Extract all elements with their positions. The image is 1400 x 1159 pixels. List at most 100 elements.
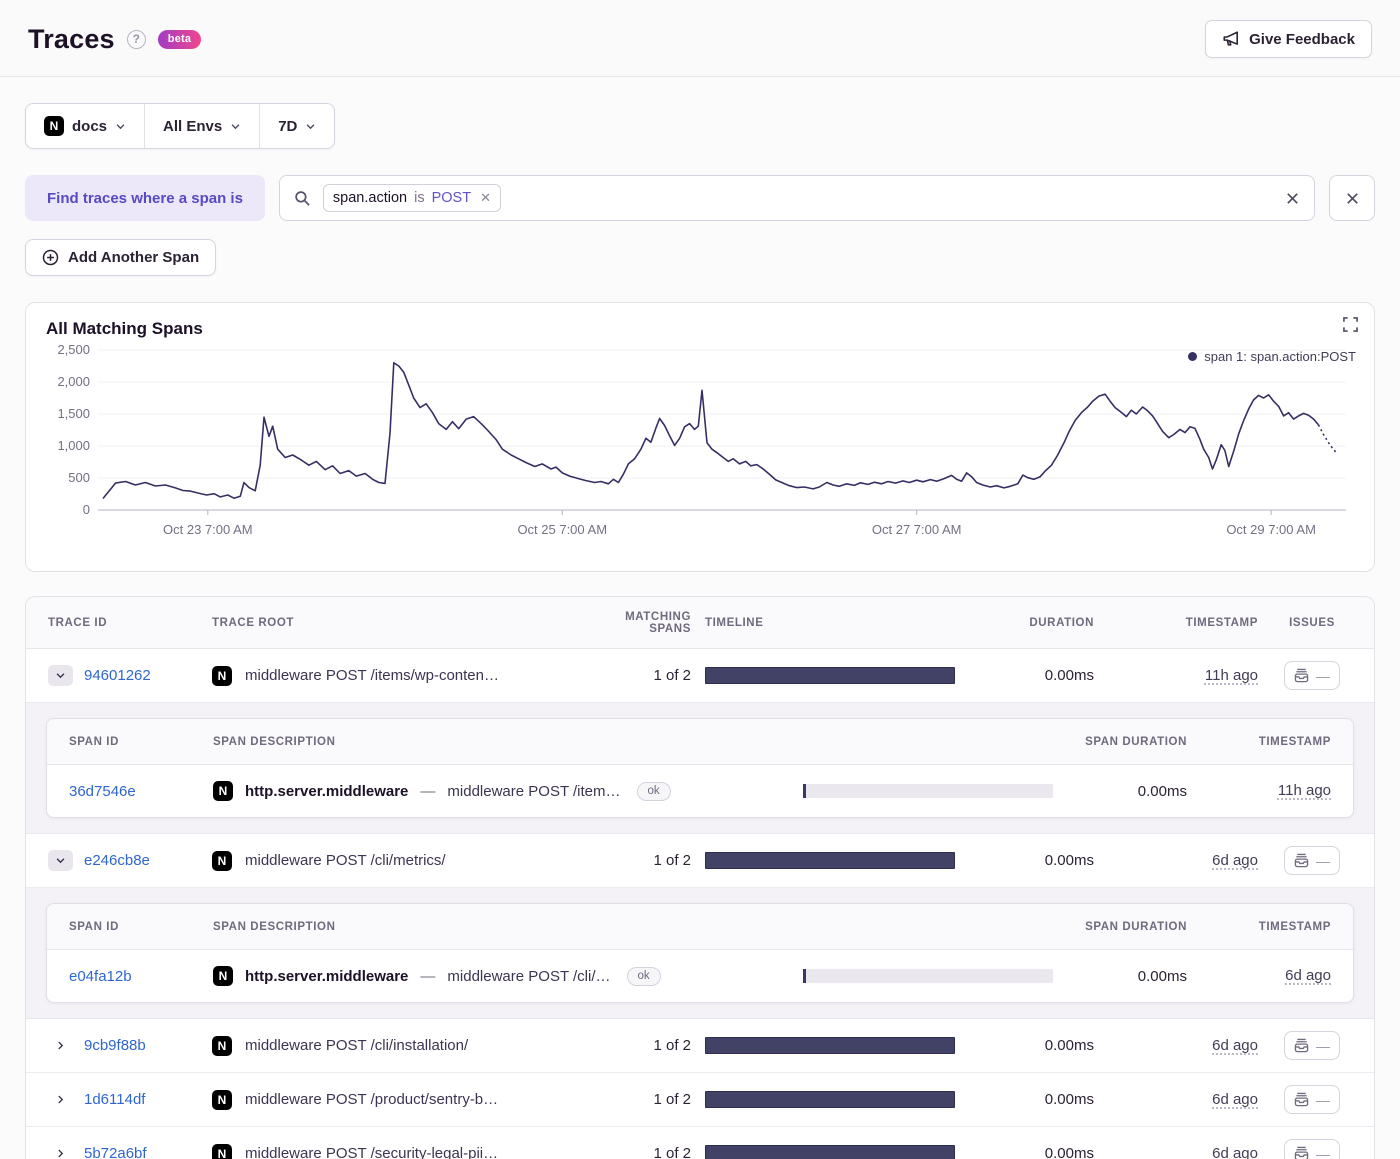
collapse-trace-button[interactable] [48,665,73,686]
issues-icon [1294,853,1309,868]
traces-table: Trace ID Trace Root Matching Spans Timel… [25,596,1375,1159]
trace-id-link[interactable]: 5b72a6bf [84,1145,147,1159]
issues-count-dash: — [1316,1145,1330,1159]
expand-trace-button[interactable] [48,1040,73,1051]
span-status-badge: ok [626,966,661,986]
find-traces-label: Find traces where a span is [25,175,265,221]
duration-value: 0.00ms [1044,667,1094,684]
span-table-header: Span ID Span Description Span Duration T… [47,904,1353,950]
issues-icon [1294,668,1309,683]
trace-root-text: middleware POST /items/wp-conten… [245,667,499,684]
span-row[interactable]: 36d7546e N http.server.middleware — midd… [47,765,1353,817]
matching-spans-count: 1 of 2 [653,1145,691,1159]
span-sub-table: Span ID Span Description Span Duration T… [46,903,1354,1003]
timestamp-link[interactable]: 6d ago [1212,1037,1258,1054]
svg-text:Oct 25 7:00 AM: Oct 25 7:00 AM [517,522,607,537]
table-row[interactable]: 9cb9f88b N middleware POST /cli/installa… [26,1019,1374,1073]
nextjs-icon: N [212,850,232,871]
search-icon [295,190,310,206]
help-icon[interactable]: ? [126,29,146,49]
span-row[interactable]: e04fa12b N http.server.middleware — midd… [47,950,1353,1002]
chevron-down-icon [231,123,240,129]
duration-value: 0.00ms [1044,852,1094,869]
give-feedback-button[interactable]: Give Feedback [1205,20,1372,58]
trace-id-link[interactable]: 94601262 [84,667,151,684]
chevron-down-icon [56,673,65,679]
traces-table-header: Trace ID Trace Root Matching Spans Timel… [26,597,1374,649]
issues-icon [1294,1038,1309,1053]
timestamp-link[interactable]: 11h ago [1205,667,1258,684]
nextjs-icon: N [212,665,232,686]
page-filter-bar: N docs All Envs 7D [25,103,336,149]
timeline-bar [705,852,955,869]
clear-search-icon[interactable] [1285,191,1300,206]
nextjs-icon: N [212,1143,232,1159]
megaphone-icon [1223,31,1239,46]
timestamp-link[interactable]: 6d ago [1212,1091,1258,1108]
issues-button[interactable]: — [1284,661,1340,690]
trace-root-text: middleware POST /cli/installation/ [245,1037,469,1054]
span-timeline-bar [803,969,1053,983]
span-op: http.server.middleware [245,967,409,985]
trace-root-text: middleware POST /product/sentry-b… [245,1091,499,1108]
expand-chart-button[interactable] [1343,317,1358,335]
svg-text:2,000: 2,000 [57,374,90,389]
spans-chart-svg: 0 500 1,000 1,500 2,000 2,500 Oct 23 7:00 AM Oc… [57,342,1346,537]
span-id-link[interactable]: 36d7546e [69,783,199,800]
svg-text:2,500: 2,500 [57,343,90,357]
matching-spans-count: 1 of 2 [653,1091,691,1108]
search-filter-token[interactable]: span.action is POST ✕ [322,184,501,212]
close-icon [1346,192,1358,204]
issues-count-dash: — [1316,852,1330,869]
chevron-down-icon [306,123,315,129]
expanded-span-zone: Span ID Span Description Span Duration T… [26,703,1374,834]
timestamp-link[interactable]: 11h ago [1278,782,1331,799]
nextjs-icon: N [212,1089,232,1110]
matching-spans-count: 1 of 2 [653,667,691,684]
add-another-span-button[interactable]: Add Another Span [25,239,217,276]
svg-text:Oct 27 7:00 AM: Oct 27 7:00 AM [872,522,962,537]
span-search-input[interactable]: span.action is POST ✕ [278,175,1315,221]
issues-icon [1294,1146,1309,1159]
trace-id-link[interactable]: 1d6114df [84,1091,145,1108]
span-id-link[interactable]: e04fa12b [69,968,199,985]
timestamp-link[interactable]: 6d ago [1285,967,1331,984]
span-table-header: Span ID Span Description Span Duration T… [47,719,1353,765]
table-row[interactable]: 5b72a6bf N middleware POST /security-leg… [26,1127,1374,1159]
expand-trace-button[interactable] [48,1094,73,1105]
remove-token-icon[interactable]: ✕ [480,190,491,206]
issues-button[interactable]: — [1284,1085,1340,1114]
span-duration-value: 0.00ms [1137,782,1187,800]
collapse-trace-button[interactable] [48,850,73,871]
span-timeline-tick [803,784,806,798]
trace-root-text: middleware POST /security-legal-pii… [245,1145,499,1159]
timestamp-link[interactable]: 6d ago [1212,852,1258,869]
duration-value: 0.00ms [1044,1037,1094,1054]
issues-button[interactable]: — [1284,846,1340,875]
timeline-bar [705,1037,955,1054]
table-row[interactable]: 1d6114df N middleware POST /product/sent… [26,1073,1374,1127]
issues-button[interactable]: — [1284,1031,1340,1060]
issues-count-dash: — [1316,667,1330,684]
span-timeline-bar [803,784,1053,798]
page-title: Traces [28,23,115,54]
expand-trace-button[interactable] [48,1148,73,1159]
timestamp-link[interactable]: 6d ago [1212,1145,1258,1159]
chevron-right-icon [58,1041,64,1050]
environment-filter[interactable]: All Envs [144,104,259,148]
trace-id-link[interactable]: e246cb8e [84,852,150,869]
span-duration-value: 0.00ms [1137,967,1187,985]
project-filter[interactable]: N docs [26,104,144,148]
nextjs-icon: N [44,116,64,136]
trace-id-link[interactable]: 9cb9f88b [84,1037,146,1054]
chart-title: All Matching Spans [46,319,203,338]
remove-span-filter-button[interactable] [1329,175,1375,221]
table-row[interactable]: e246cb8e N middleware POST /cli/metrics/… [26,834,1374,888]
table-row[interactable]: 94601262 N middleware POST /items/wp-con… [26,649,1374,703]
svg-text:Oct 29 7:00 AM: Oct 29 7:00 AM [1226,522,1316,537]
chevron-down-icon [116,123,125,129]
timeline-bar [705,667,955,684]
date-range-filter[interactable]: 7D [259,104,334,148]
chevron-right-icon [58,1149,64,1158]
issues-button[interactable]: — [1284,1139,1340,1159]
